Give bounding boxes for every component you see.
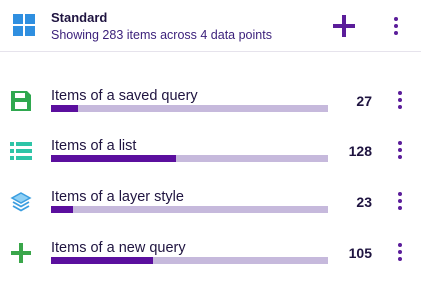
list-item[interactable]: Items of a saved query 27 — [0, 88, 421, 122]
item-count: 23 — [356, 194, 372, 210]
progress-bar-fill — [51, 257, 154, 264]
item-menu-button[interactable] — [390, 137, 410, 163]
save-icon — [11, 91, 31, 111]
add-button[interactable] — [331, 13, 357, 39]
item-menu-button[interactable] — [390, 188, 410, 214]
list-item[interactable]: Items of a list 128 — [0, 138, 421, 172]
grid-icon — [13, 14, 35, 36]
panel-title: Standard — [51, 10, 108, 25]
layers-icon — [10, 192, 32, 212]
item-menu-button[interactable] — [390, 87, 410, 113]
panel-header: Standard Showing 283 items across 4 data… — [0, 0, 421, 52]
header-menu-button[interactable] — [386, 13, 406, 39]
progress-bar — [51, 206, 328, 213]
plus-icon — [11, 243, 31, 263]
item-count: 128 — [348, 143, 372, 159]
progress-bar — [51, 257, 328, 264]
list-item[interactable]: Items of a new query 105 — [0, 240, 421, 274]
item-count: 105 — [348, 245, 372, 261]
list-icon — [10, 142, 32, 160]
list-item[interactable]: Items of a layer style 23 — [0, 189, 421, 223]
progress-bar — [51, 105, 328, 112]
progress-bar-fill — [51, 155, 176, 162]
progress-bar-fill — [51, 206, 74, 213]
progress-bar — [51, 155, 328, 162]
item-menu-button[interactable] — [390, 239, 410, 265]
item-count: 27 — [356, 93, 372, 109]
item-label: Items of a new query — [51, 240, 186, 256]
panel-subtitle: Showing 283 items across 4 data points — [51, 28, 272, 42]
item-label: Items of a saved query — [51, 88, 198, 104]
item-label: Items of a layer style — [51, 189, 184, 205]
progress-bar-fill — [51, 105, 78, 112]
item-label: Items of a list — [51, 138, 137, 154]
